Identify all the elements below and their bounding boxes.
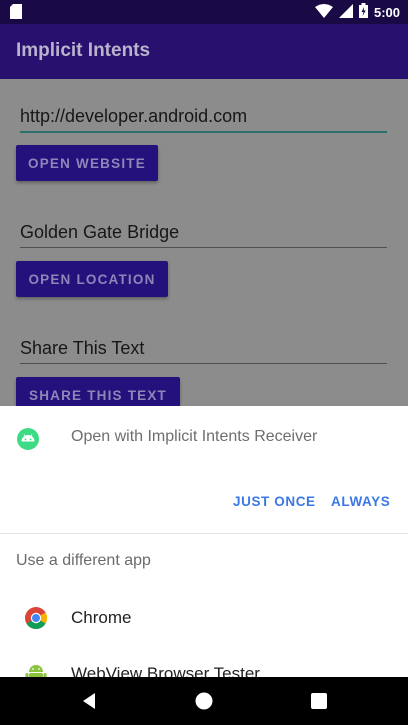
- open-with-text: Open with Implicit Intents Receiver: [71, 428, 318, 445]
- website-input[interactable]: http://developer.android.com: [20, 105, 387, 133]
- chooser-header: Open with Implicit Intents Receiver: [0, 406, 408, 470]
- app-chooser-sheet: Open with Implicit Intents Receiver JUST…: [0, 406, 408, 677]
- home-icon[interactable]: [194, 691, 214, 711]
- location-input[interactable]: Golden Gate Bridge: [20, 221, 387, 248]
- signal-icon: [338, 3, 353, 22]
- app-title: Implicit Intents: [16, 40, 151, 61]
- chrome-icon: [24, 606, 48, 630]
- sd-card-icon: [10, 4, 22, 23]
- always-button[interactable]: ALWAYS: [331, 494, 390, 509]
- battery-icon: [358, 3, 368, 22]
- divider: [0, 533, 408, 534]
- app-option-chrome[interactable]: Chrome: [0, 590, 408, 646]
- different-app-label: Use a different app: [16, 552, 151, 569]
- wifi-icon: [314, 3, 333, 22]
- just-once-button[interactable]: JUST ONCE: [233, 494, 316, 509]
- app-option-webview-tester[interactable]: WebView Browser Tester: [0, 646, 408, 677]
- android-app-icon: [24, 662, 48, 677]
- main-content: http://developer.android.com OPEN WEBSIT…: [0, 79, 408, 413]
- app-bar: Implicit Intents: [0, 24, 408, 79]
- navigation-bar: [0, 677, 408, 725]
- open-website-button[interactable]: OPEN WEBSITE: [16, 145, 158, 181]
- android-app-icon: [16, 427, 40, 451]
- status-time: 5:00: [373, 5, 400, 20]
- share-text-input[interactable]: Share This Text: [20, 337, 387, 364]
- app-option-label: WebView Browser Tester: [71, 664, 260, 677]
- back-icon[interactable]: [80, 691, 100, 711]
- open-location-button[interactable]: OPEN LOCATION: [16, 261, 168, 297]
- recents-icon[interactable]: [309, 691, 329, 711]
- status-bar: 5:00: [0, 0, 408, 24]
- app-option-label: Chrome: [71, 608, 132, 627]
